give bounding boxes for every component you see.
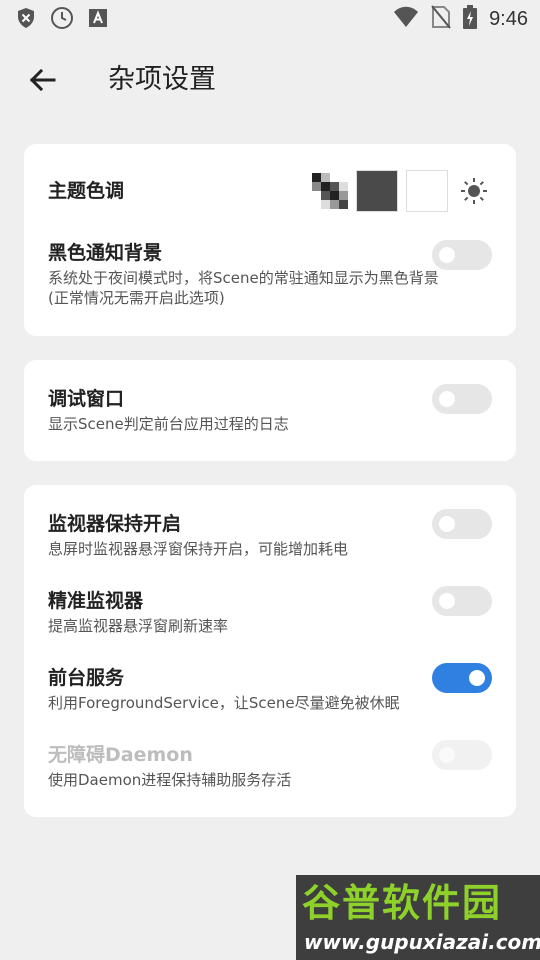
- clock-icon: [50, 6, 74, 34]
- settings-card-appearance: 主题色调 黑色通知背景 系统处于夜间模式时，将Scene的常驻通知显示为黑色背景…: [24, 144, 516, 336]
- foreground-service-switch[interactable]: [432, 663, 492, 693]
- no-sim-icon: [431, 5, 451, 33]
- sun-icon: [461, 178, 487, 204]
- switch-knob: [439, 391, 455, 407]
- theme-row: 主题色调: [48, 170, 492, 212]
- monitor-keep-title: 监视器保持开启: [48, 513, 182, 535]
- accessibility-daemon-title: 无障碍Daemon: [48, 744, 193, 766]
- shield-icon: [16, 7, 36, 33]
- black-notification-switch[interactable]: [432, 240, 492, 270]
- status-right-icons: 9:46: [393, 5, 528, 33]
- precise-monitor-title: 精准监视器: [48, 590, 144, 612]
- status-left-icons: [16, 6, 108, 34]
- precise-monitor-switch[interactable]: [432, 586, 492, 616]
- theme-option-pattern[interactable]: [312, 173, 348, 209]
- accessibility-daemon-row: 无障碍Daemon 使用Daemon进程保持辅助服务存活: [48, 740, 492, 790]
- accessibility-daemon-switch: [432, 740, 492, 770]
- precise-monitor-row[interactable]: 精准监视器 提高监视器悬浮窗刷新速率: [48, 586, 492, 636]
- foreground-service-row[interactable]: 前台服务 利用ForegroundService，让Scene尽量避免被休眠: [48, 663, 492, 713]
- switch-knob: [469, 670, 485, 686]
- switch-knob: [439, 247, 455, 263]
- monitor-keep-desc: 息屏时监视器悬浮窗保持开启，可能增加耗电: [48, 540, 349, 558]
- switch-knob: [439, 593, 455, 609]
- debug-window-title: 调试窗口: [48, 388, 125, 410]
- debug-window-row[interactable]: 调试窗口 显示Scene判定前台应用过程的日志: [48, 384, 492, 434]
- status-bar: 9:46: [0, 0, 540, 36]
- theme-swatches: [312, 170, 492, 212]
- switch-knob: [439, 516, 455, 532]
- black-notification-desc-line1: 系统处于夜间模式时，将Scene的常驻通知显示为黑色背景: [48, 269, 439, 287]
- black-notification-title: 黑色通知背景: [48, 242, 163, 264]
- watermark-title: 谷普软件园: [302, 881, 503, 925]
- debug-window-desc: 显示Scene判定前台应用过程的日志: [48, 415, 289, 433]
- monitor-keep-row[interactable]: 监视器保持开启 息屏时监视器悬浮窗保持开启，可能增加耗电: [48, 509, 492, 559]
- watermark-url: www.gupuxiazai.com: [304, 930, 540, 954]
- theme-option-dark[interactable]: [356, 170, 398, 212]
- settings-card-debug: 调试窗口 显示Scene判定前台应用过程的日志: [24, 360, 516, 461]
- accessibility-daemon-desc: 使用Daemon进程保持辅助服务存活: [48, 771, 292, 789]
- black-notification-desc-line2: (正常情况无需开启此选项): [48, 289, 225, 307]
- back-button[interactable]: [22, 60, 62, 100]
- status-time: 9:46: [489, 7, 528, 30]
- app-bar: 杂项设置: [0, 50, 540, 110]
- foreground-service-desc: 利用ForegroundService，让Scene尽量避免被休眠: [48, 694, 400, 712]
- foreground-service-title: 前台服务: [48, 667, 125, 689]
- debug-window-switch[interactable]: [432, 384, 492, 414]
- precise-monitor-desc: 提高监视器悬浮窗刷新速率: [48, 617, 229, 635]
- watermark: 谷普软件园 www.gupuxiazai.com: [296, 875, 540, 960]
- arrow-left-icon: [29, 68, 56, 92]
- font-a-icon: [88, 8, 108, 32]
- theme-option-sun[interactable]: [456, 173, 492, 209]
- battery-charging-icon: [463, 5, 478, 33]
- theme-option-light[interactable]: [406, 170, 448, 212]
- settings-card-monitor: 监视器保持开启 息屏时监视器悬浮窗保持开启，可能增加耗电 精准监视器 提高监视器…: [24, 485, 516, 817]
- wifi-icon: [393, 6, 419, 32]
- monitor-keep-switch[interactable]: [432, 509, 492, 539]
- switch-knob: [439, 747, 455, 763]
- black-notification-row[interactable]: 黑色通知背景 系统处于夜间模式时，将Scene的常驻通知显示为黑色背景 (正常情…: [48, 240, 492, 308]
- page-title: 杂项设置: [108, 64, 216, 95]
